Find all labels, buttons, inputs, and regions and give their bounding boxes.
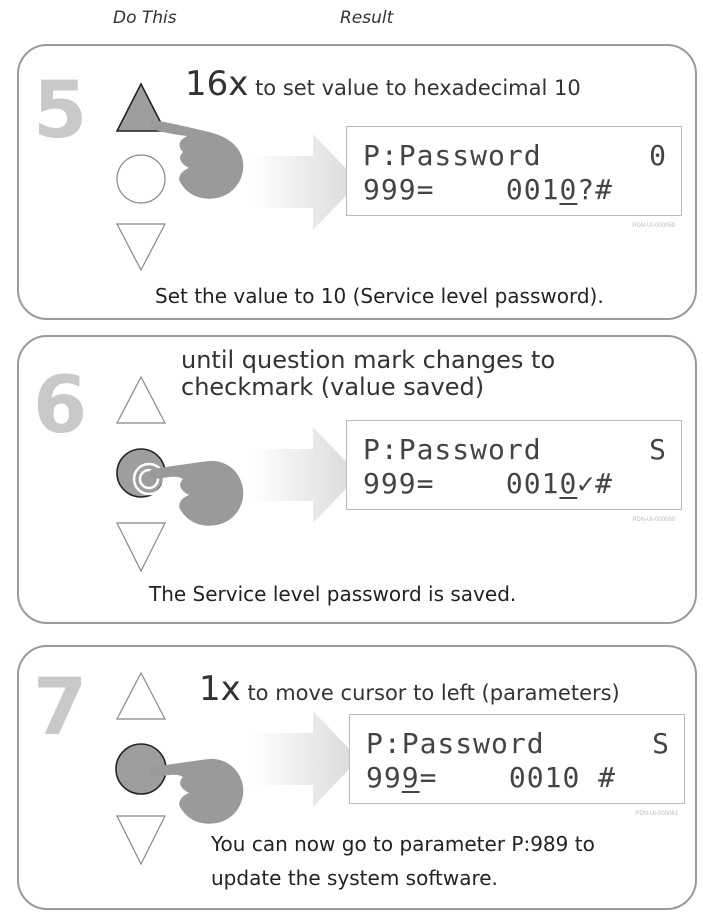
lcd-line2-suffix: ?# [577,173,614,206]
lcd-display: P:Password S 999= 0010✓# PDN-UI-000060 [346,420,682,523]
figure-tag: PDN-UI-000060 [632,517,675,523]
lcd-cursor: 0 [559,173,578,206]
instruction-line2: checkmark (value saved) [181,373,485,401]
lcd-line1-left: P:Password [366,727,545,760]
lcd-display: P:Password 0 999= 0010?# PDN-UI-000059 [346,126,682,229]
lcd-line1-right: S [652,727,670,760]
header-result: Result [340,8,394,28]
instruction-line1: until question mark changes to [181,346,556,374]
step-number: 6 [33,361,88,451]
press-count: 16x [185,64,249,104]
lcd-display: P:Password S 999= 0010 # PDN-UI-000061 [349,714,685,817]
step-instruction: until question mark changes to checkmark… [181,347,555,401]
caption-line2: update the system software. [211,866,498,890]
lcd-cursor: 0 [559,467,578,500]
step-caption: Set the value to 10 (Service level passw… [155,284,604,308]
step-6-panel: 6 until question mark changes to checkma… [17,335,697,624]
step-number: 5 [33,66,88,156]
lcd-line2-prefix: 99 [366,761,402,794]
lcd-line2-suffix: = 0010 # [419,761,617,794]
arrow-right-icon [251,427,359,523]
step-number: 7 [33,663,88,753]
hand-pointer-icon [149,460,244,526]
lcd-line1-left: P:Password [363,139,542,172]
instruction-text: to move cursor to left (parameters) [240,681,620,705]
lcd-line2-prefix: 999= 001 [363,467,560,500]
step-caption: You can now go to parameter P:989 to upd… [211,827,595,895]
caption-line1: You can now go to parameter P:989 to [211,832,595,856]
arrow-right-icon [251,134,359,230]
step-5-panel: 5 16x to set value to hexadecimal 10 P:P… [17,44,697,320]
hand-pointer-icon [149,758,244,824]
header-do-this: Do This [113,8,177,28]
press-count: 1x [199,669,241,709]
lcd-cursor: 9 [401,761,420,794]
up-button-icon[interactable] [116,375,166,424]
lcd-line1-right: 0 [649,139,667,172]
hand-pointer-icon [149,120,244,199]
lcd-line2: 999= 0010?# [363,173,613,206]
down-button-icon[interactable] [116,223,166,272]
arrow-right-icon [251,711,359,807]
lcd-line1-left: P:Password [363,433,542,466]
instruction-text: to set value to hexadecimal 10 [248,76,581,100]
step-7-panel: 7 1x to move cursor to left (parameters)… [17,645,697,910]
figure-tag: PDN-UI-000061 [635,811,678,817]
lcd-line1-right: S [649,433,667,466]
step-caption: The Service level password is saved. [149,582,517,606]
lcd-line2-suffix: ✓# [577,467,614,500]
lcd-line2: 999= 0010 # [366,761,616,794]
lcd-line2: 999= 0010✓# [363,467,613,500]
lcd-line2-prefix: 999= 001 [363,173,560,206]
step-instruction: 1x to move cursor to left (parameters) [199,669,620,709]
down-button-icon[interactable] [116,522,166,573]
up-button-icon[interactable] [116,671,166,720]
step-instruction: 16x to set value to hexadecimal 10 [185,64,581,104]
figure-tag: PDN-UI-000059 [632,223,675,229]
